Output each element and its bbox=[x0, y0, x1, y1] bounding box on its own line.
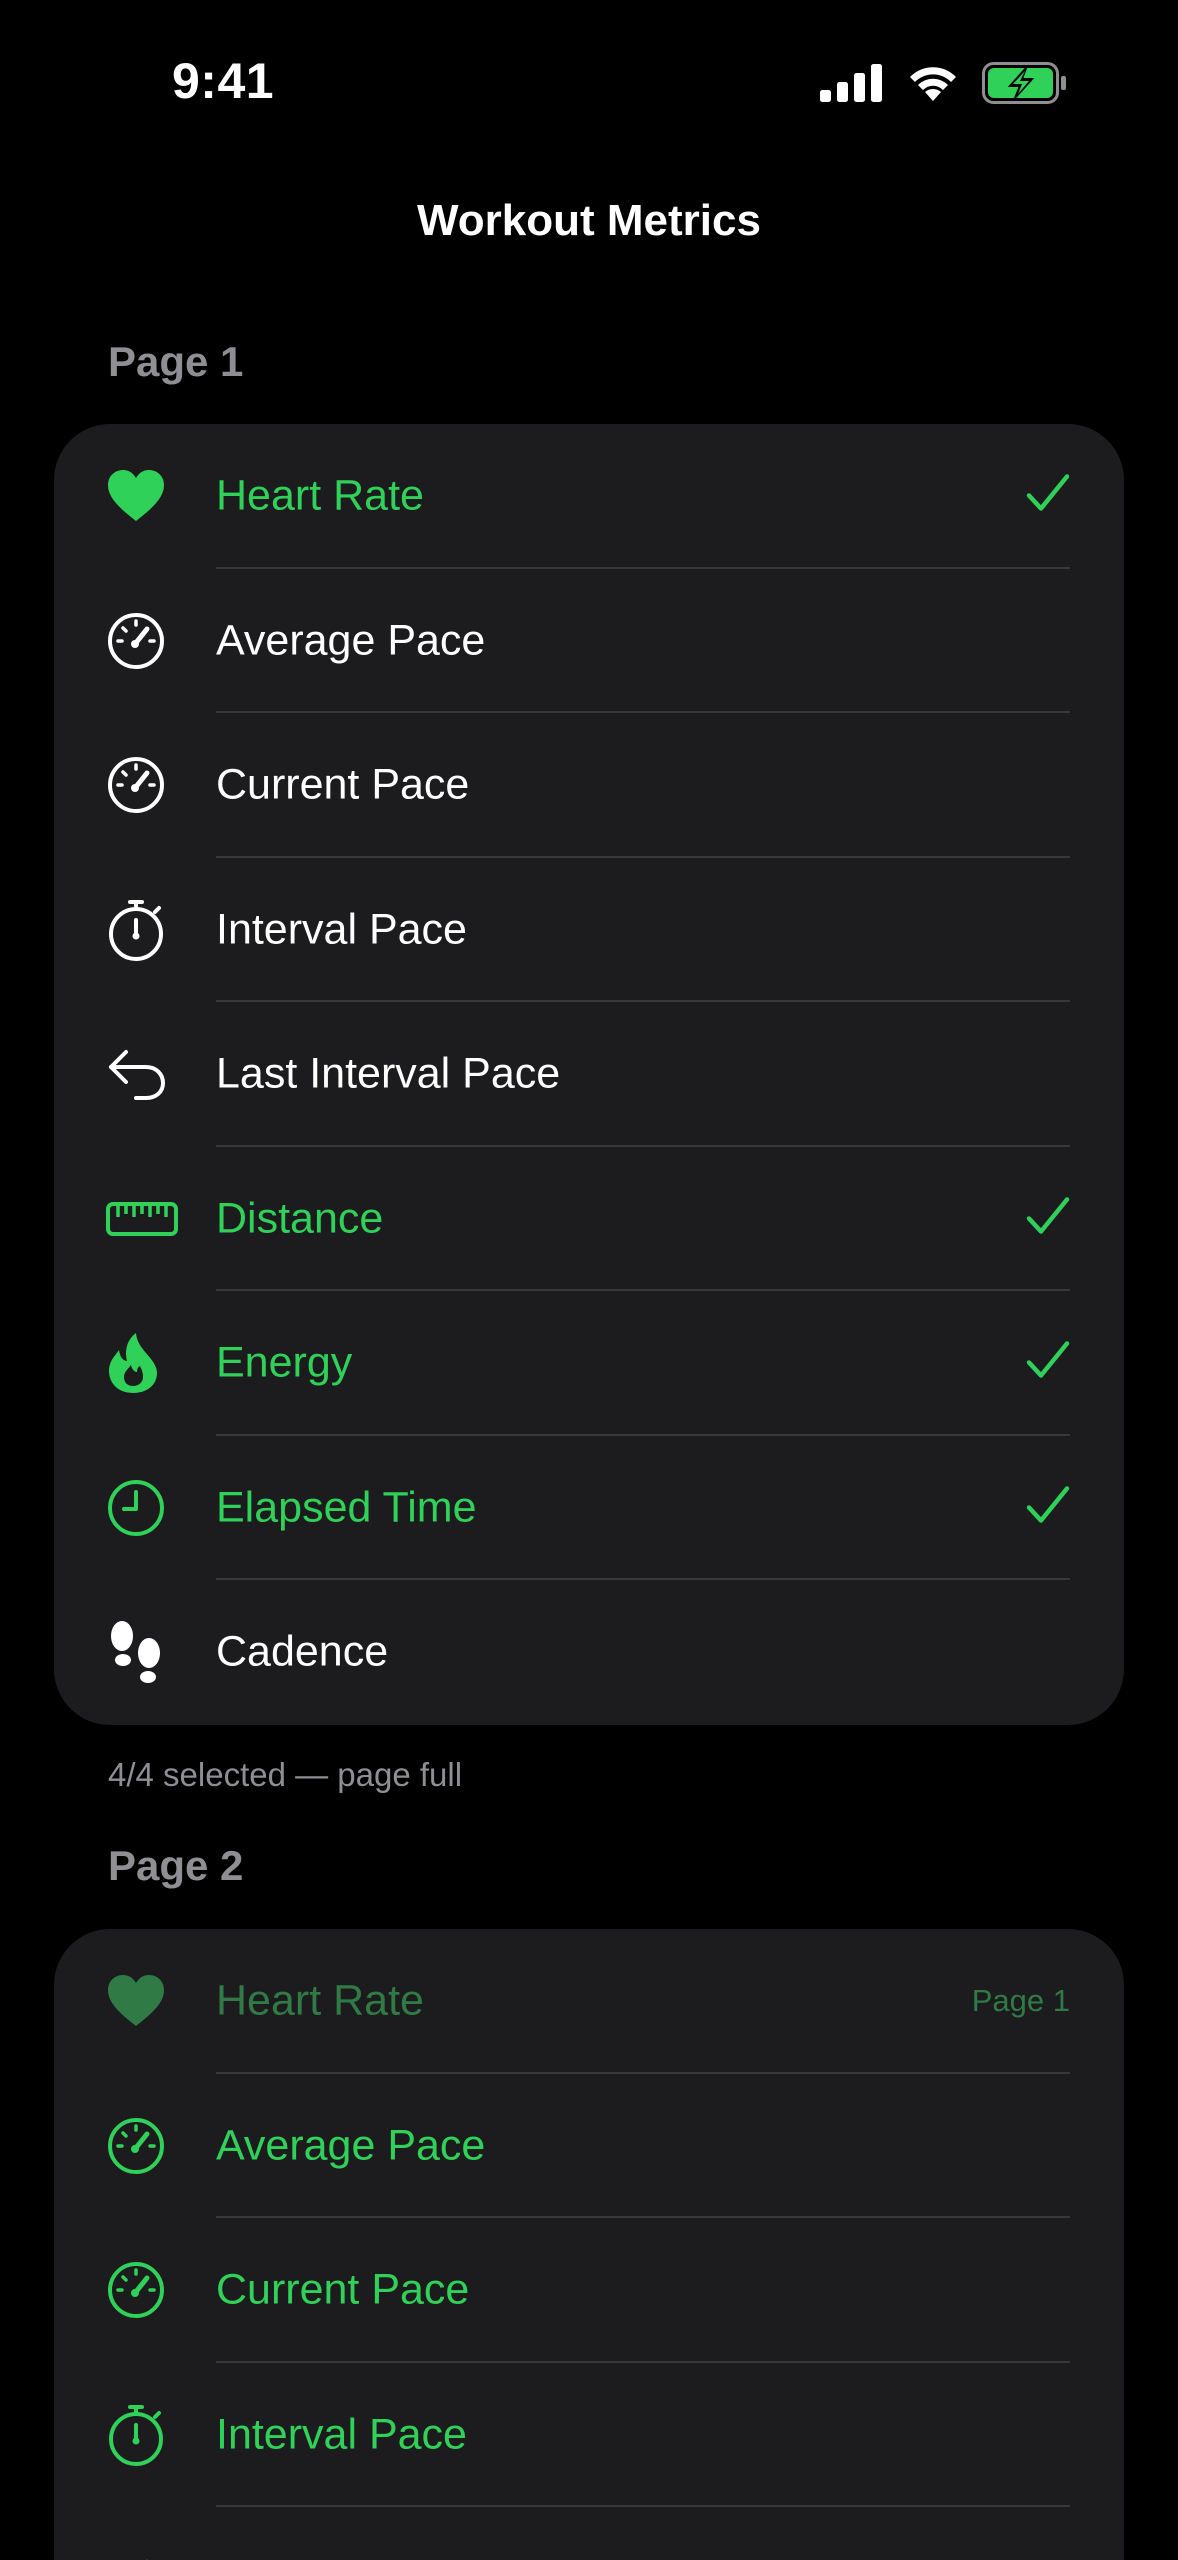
list-item-interval-pace[interactable]: Interval Pace bbox=[54, 858, 1124, 1003]
checkmark-icon bbox=[1026, 1485, 1070, 1530]
flame-icon bbox=[106, 1326, 160, 1400]
stopwatch-icon bbox=[106, 893, 166, 967]
clock-icon bbox=[106, 1471, 166, 1545]
checkmark-icon bbox=[1026, 474, 1070, 519]
speedometer-icon bbox=[106, 2109, 166, 2183]
list-item-label: Elapsed Time bbox=[216, 1483, 477, 1532]
heart-icon bbox=[106, 459, 166, 533]
list-item-average-pace[interactable]: Average Pace bbox=[54, 2074, 1124, 2219]
checkmark-icon bbox=[106, 2542, 150, 2560]
status-time: 9:41 bbox=[172, 53, 275, 109]
list-item-label: Heart Rate bbox=[216, 1976, 424, 2025]
list-item-label: Current Pace bbox=[216, 760, 470, 809]
list-item-label: Energy bbox=[216, 1338, 353, 1387]
list-item-label: Heart Rate bbox=[216, 471, 424, 520]
heart-icon bbox=[106, 1964, 166, 2038]
list-item-energy[interactable]: Energy bbox=[54, 1291, 1124, 1436]
list-item-label: Interval Pace bbox=[216, 2410, 467, 2459]
checkmark-icon bbox=[1026, 1341, 1070, 1386]
page-title: Workout Metrics bbox=[417, 196, 761, 245]
list-item-partial[interactable] bbox=[54, 2507, 1124, 2560]
cellular-signal-icon bbox=[820, 64, 882, 102]
status-bar: 9:41 bbox=[0, 0, 1178, 150]
list-item-heart-rate-disabled: Heart Rate Page 1 bbox=[54, 1929, 1124, 2074]
status-icons bbox=[820, 62, 1068, 104]
list-item-cadence[interactable]: Cadence bbox=[54, 1580, 1124, 1725]
battery-charging-icon bbox=[982, 62, 1066, 104]
list-item-label: Average Pace bbox=[216, 2121, 486, 2170]
speedometer-icon bbox=[106, 2253, 166, 2327]
list-item-elapsed-time[interactable]: Elapsed Time bbox=[54, 1436, 1124, 1581]
speedometer-icon bbox=[106, 604, 166, 678]
wifi-icon bbox=[910, 67, 956, 101]
stopwatch-icon bbox=[106, 2398, 166, 2472]
list-item-current-pace[interactable]: Current Pace bbox=[54, 713, 1124, 858]
list-item-label: Distance bbox=[216, 1194, 384, 1243]
assigned-page-tag: Page 1 bbox=[971, 1983, 1070, 2019]
checkmark-icon bbox=[1026, 1196, 1070, 1241]
list-item-label: Cadence bbox=[216, 1627, 389, 1676]
list-item-current-pace[interactable]: Current Pace bbox=[54, 2218, 1124, 2363]
speedometer-icon bbox=[106, 748, 166, 822]
section-header-page-1: Page 1 bbox=[108, 338, 244, 385]
list-item-label: Current Pace bbox=[216, 2265, 470, 2314]
list-item-label: Last Interval Pace bbox=[216, 1049, 561, 1098]
return-arrow-icon bbox=[106, 1037, 168, 1111]
list-item-distance[interactable]: Distance bbox=[54, 1147, 1124, 1292]
list-item-label: Average Pace bbox=[216, 616, 486, 665]
list-item-last-interval-pace[interactable]: Last Interval Pace bbox=[54, 1002, 1124, 1147]
screen: 9:41 Workout Metrics Page 1 Heart Rate A… bbox=[0, 0, 1178, 2560]
list-item-heart-rate[interactable]: Heart Rate bbox=[54, 424, 1124, 569]
list-item-label: Interval Pace bbox=[216, 905, 467, 954]
page-1-metrics-list: Heart Rate Average Pace Current Pace Int… bbox=[54, 424, 1124, 1725]
list-item-interval-pace[interactable]: Interval Pace bbox=[54, 2363, 1124, 2508]
section-header-page-2: Page 2 bbox=[108, 1842, 244, 1889]
footprints-icon bbox=[106, 1615, 166, 1689]
ruler-icon bbox=[106, 1182, 178, 1256]
section-footer-page-1: 4/4 selected — page full bbox=[108, 1756, 463, 1793]
page-2-metrics-list: Heart Rate Page 1 Average Pace Current P… bbox=[54, 1929, 1124, 2560]
list-item-average-pace[interactable]: Average Pace bbox=[54, 569, 1124, 714]
